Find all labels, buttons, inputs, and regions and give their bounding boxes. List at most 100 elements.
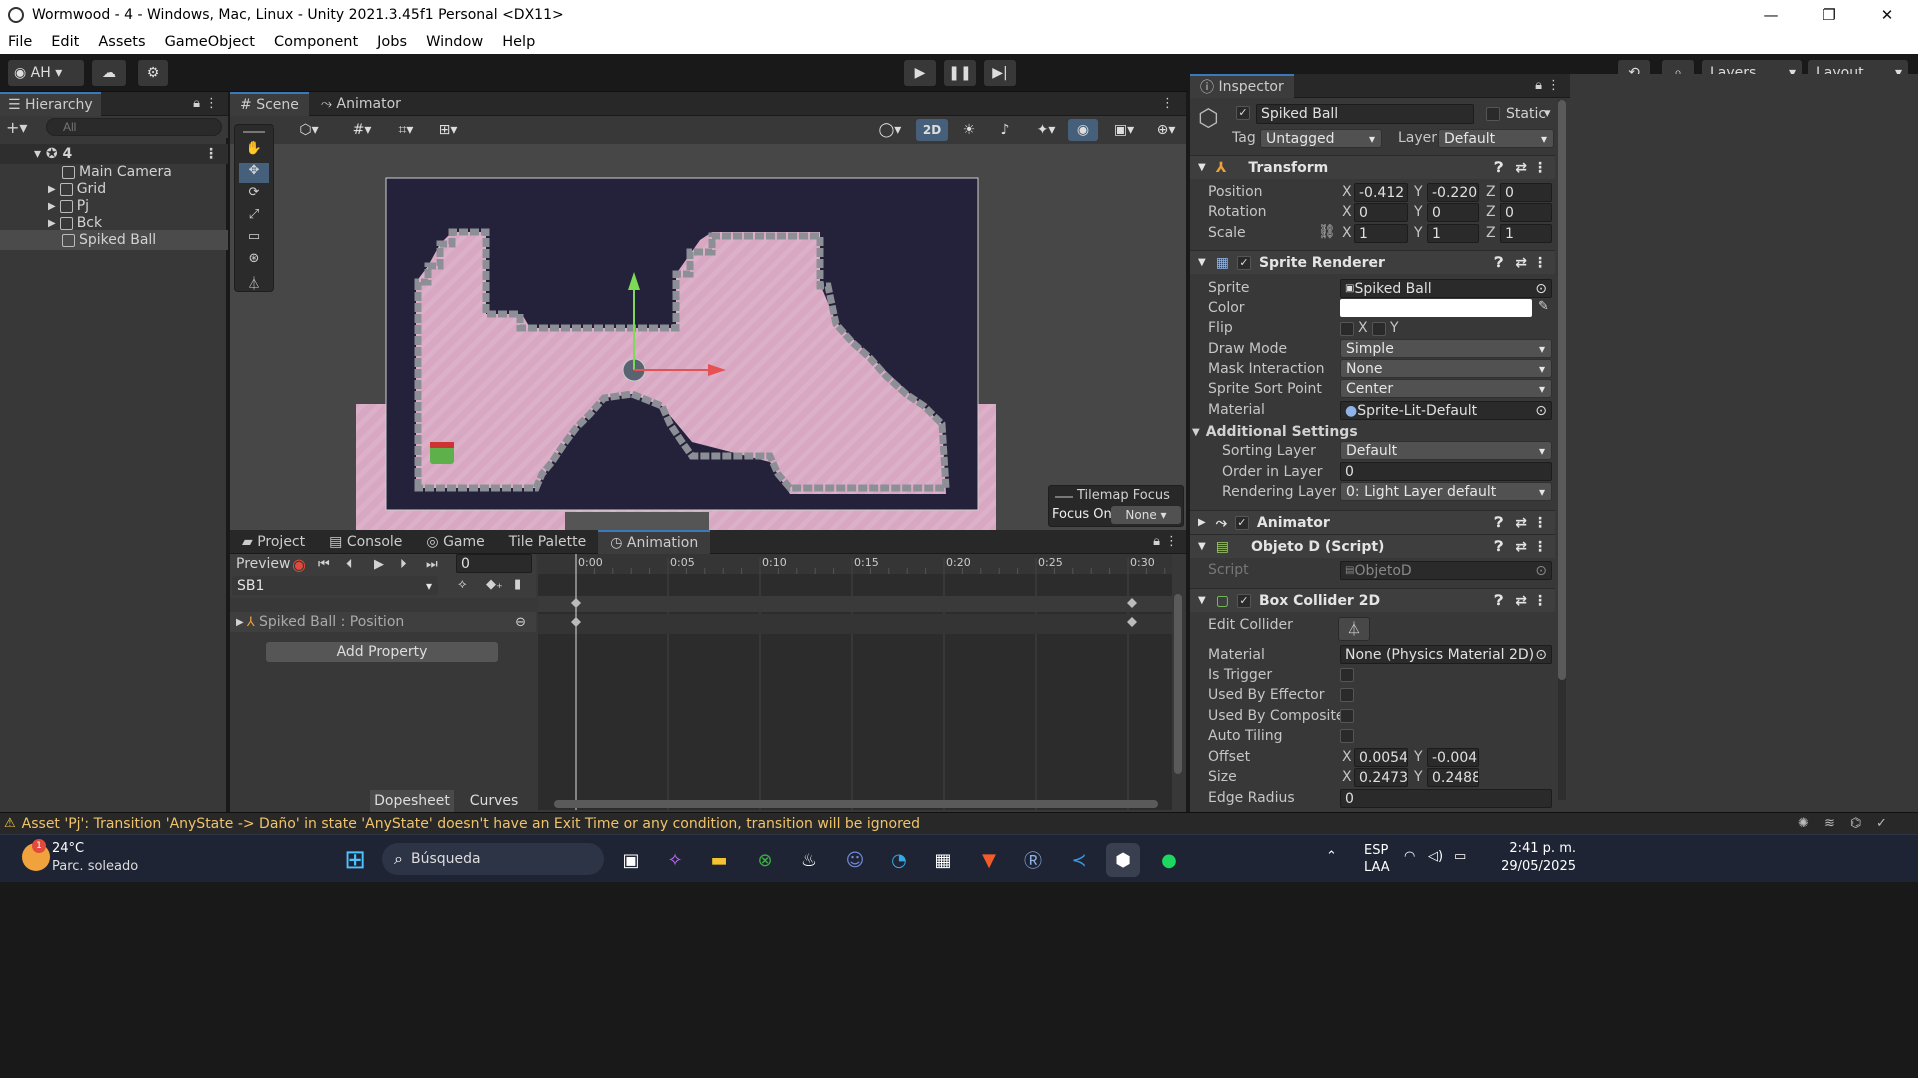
chevron-up-icon[interactable]: ⌃: [1326, 849, 1337, 864]
gizmos-icon[interactable]: ⊕▾: [1148, 119, 1184, 141]
layer-dropdown[interactable]: Default: [1438, 129, 1554, 148]
grid-button[interactable]: ⊞▾: [430, 119, 466, 141]
size-x-input[interactable]: 0.24733: [1354, 768, 1408, 787]
mode-2d-button[interactable]: 2D: [916, 119, 948, 141]
is-trigger-checkbox[interactable]: [1340, 668, 1354, 682]
scene-row[interactable]: ▾ ✪ 4 ⋮: [0, 144, 228, 164]
add-property-button[interactable]: Add Property: [266, 642, 498, 662]
visibility-icon[interactable]: ◉: [1068, 119, 1098, 141]
timeline-scrollbar[interactable]: [554, 800, 1158, 808]
component-menu-icon[interactable]: ⋮: [1533, 539, 1547, 555]
preset-icon[interactable]: ⇄: [1515, 160, 1527, 176]
add-keyframe-icon[interactable]: ⟡: [458, 577, 467, 592]
menu-help[interactable]: Help: [502, 34, 535, 50]
scale-y-input[interactable]: 1: [1427, 224, 1479, 243]
store-icon[interactable]: ▦: [926, 843, 960, 877]
next-keyframe-button[interactable]: ⏵: [400, 557, 407, 572]
flip-y-checkbox[interactable]: [1372, 322, 1386, 336]
hierarchy-search-input[interactable]: [46, 118, 222, 136]
shading-button[interactable]: ⬡▾: [290, 119, 328, 141]
tab-animator[interactable]: ⤳ Animator: [309, 92, 413, 116]
xbox-icon[interactable]: ⊗: [748, 843, 782, 877]
object-picker-icon[interactable]: ⊙: [1535, 647, 1547, 663]
curves-button[interactable]: Curves: [456, 790, 532, 812]
frame-input[interactable]: 0: [456, 554, 532, 573]
debug-icon[interactable]: ⌬: [1850, 816, 1861, 831]
windows-start-icon[interactable]: ⊞: [338, 843, 372, 877]
object-picker-icon[interactable]: ⊙: [1535, 403, 1547, 419]
first-keyframe-button[interactable]: ⏮: [318, 557, 330, 572]
snap-increment-button[interactable]: ⌗▾: [388, 119, 424, 141]
pause-button[interactable]: ❚❚: [944, 60, 976, 86]
taskbar-search[interactable]: ⌕ Búsqueda: [382, 843, 604, 875]
transform-header[interactable]: ▼ ⅄ Transform ❓︎ ⇄ ⋮: [1190, 155, 1555, 179]
collab-status-icon[interactable]: ✓: [1876, 816, 1887, 831]
play-animation-button[interactable]: ▶: [374, 557, 384, 572]
flip-x-checkbox[interactable]: [1340, 322, 1354, 336]
record-button[interactable]: ◉: [292, 555, 306, 574]
box-collider-header[interactable]: ▼ ▢ ✓ Box Collider 2D ❓︎ ⇄ ⋮: [1190, 588, 1555, 612]
order-in-layer-input[interactable]: 0: [1340, 462, 1552, 481]
edit-collider-button[interactable]: ⏃: [1338, 617, 1370, 641]
clip-dropdown[interactable]: SB1: [232, 576, 438, 595]
position-y-input[interactable]: -0.2208: [1427, 183, 1479, 202]
position-z-input[interactable]: 0: [1500, 183, 1552, 202]
list-item-selected[interactable]: Spiked Ball: [0, 230, 228, 250]
preset-icon[interactable]: ⇄: [1515, 539, 1527, 555]
box-collider-enabled-checkbox[interactable]: ✓: [1236, 593, 1251, 608]
brave-icon[interactable]: ▼: [972, 843, 1006, 877]
rotation-x-input[interactable]: 0: [1354, 203, 1408, 222]
step-button[interactable]: ▶|: [984, 60, 1016, 86]
static-dropdown-icon[interactable]: ▾: [1544, 106, 1551, 121]
used-by-composite-checkbox[interactable]: [1340, 709, 1354, 723]
scene-menu-icon[interactable]: ⋮: [204, 146, 218, 162]
help-icon[interactable]: ❓︎: [1495, 515, 1503, 531]
collab-icon[interactable]: ⚙: [138, 60, 168, 86]
task-view-icon[interactable]: ▣: [614, 843, 648, 877]
menu-window[interactable]: Window: [426, 34, 483, 50]
rotation-z-input[interactable]: 0: [1500, 203, 1552, 222]
component-menu-icon[interactable]: ⋮: [1533, 160, 1547, 176]
remove-property-icon[interactable]: ⊖: [515, 615, 526, 630]
menu-icon[interactable]: ⋮: [1547, 78, 1560, 93]
tab-project[interactable]: ▰ Project: [230, 530, 317, 554]
menu-edit[interactable]: Edit: [51, 34, 79, 50]
rotation-y-input[interactable]: 0: [1427, 203, 1479, 222]
menu-icon[interactable]: ⋮: [1165, 534, 1178, 549]
tab-console[interactable]: ▤ Console: [317, 530, 414, 554]
fx-icon[interactable]: ✦▾: [1026, 119, 1066, 141]
tab-animation[interactable]: ◷ Animation: [598, 529, 711, 554]
lock-icon[interactable]: 🔒︎: [1153, 534, 1160, 549]
size-y-input[interactable]: 0.24889: [1427, 768, 1479, 787]
sorting-layer-dropdown[interactable]: Default: [1340, 441, 1552, 460]
dopesheet-button[interactable]: Dopesheet: [370, 790, 454, 812]
battery-icon[interactable]: ▭: [1454, 849, 1466, 864]
restore-icon[interactable]: ❐: [1800, 0, 1858, 30]
offset-x-input[interactable]: 0.00544: [1354, 748, 1408, 767]
object-name-input[interactable]: Spiked Ball: [1256, 104, 1474, 124]
tab-inspector[interactable]: ⓘ Inspector: [1190, 73, 1294, 98]
preset-icon[interactable]: ⇄: [1515, 255, 1527, 271]
script-header[interactable]: ▼ ▤ Objeto D (Script) ❓︎ ⇄ ⋮: [1190, 534, 1555, 558]
lock-icon[interactable]: 🔒︎: [193, 96, 200, 111]
rendering-layer-dropdown[interactable]: 0: Light Layer default: [1340, 482, 1552, 501]
menu-gameobject[interactable]: GameObject: [165, 34, 255, 50]
property-row[interactable]: ▶ ⅄ Spiked Ball : Position ⊖: [230, 612, 536, 632]
tab-scene[interactable]: # Scene: [230, 91, 309, 116]
offset-y-input[interactable]: -0.0046: [1427, 748, 1479, 767]
position-x-input[interactable]: -0.412: [1354, 183, 1408, 202]
last-keyframe-button[interactable]: ⏭: [426, 557, 438, 572]
preview-button[interactable]: Preview: [236, 556, 291, 572]
component-menu-icon[interactable]: ⋮: [1533, 255, 1547, 271]
help-icon[interactable]: ❓︎: [1495, 539, 1503, 555]
vertical-scrollbar[interactable]: [1174, 594, 1182, 774]
status-bar[interactable]: ⚠ Asset 'Pj': Transition 'AnyState -> Da…: [0, 812, 1918, 834]
menu-file[interactable]: File: [8, 34, 32, 50]
color-swatch[interactable]: [1340, 299, 1532, 317]
material-field[interactable]: ● Sprite-Lit-Default ⊙: [1340, 401, 1552, 420]
tab-game[interactable]: ◎ Game: [414, 530, 496, 554]
inspector-scrollbar[interactable]: [1558, 100, 1566, 800]
scene-canvas[interactable]: [230, 144, 1186, 530]
constrain-proportions-icon[interactable]: ⛓: [1318, 224, 1336, 240]
cloud-icon[interactable]: ☁: [92, 60, 126, 86]
